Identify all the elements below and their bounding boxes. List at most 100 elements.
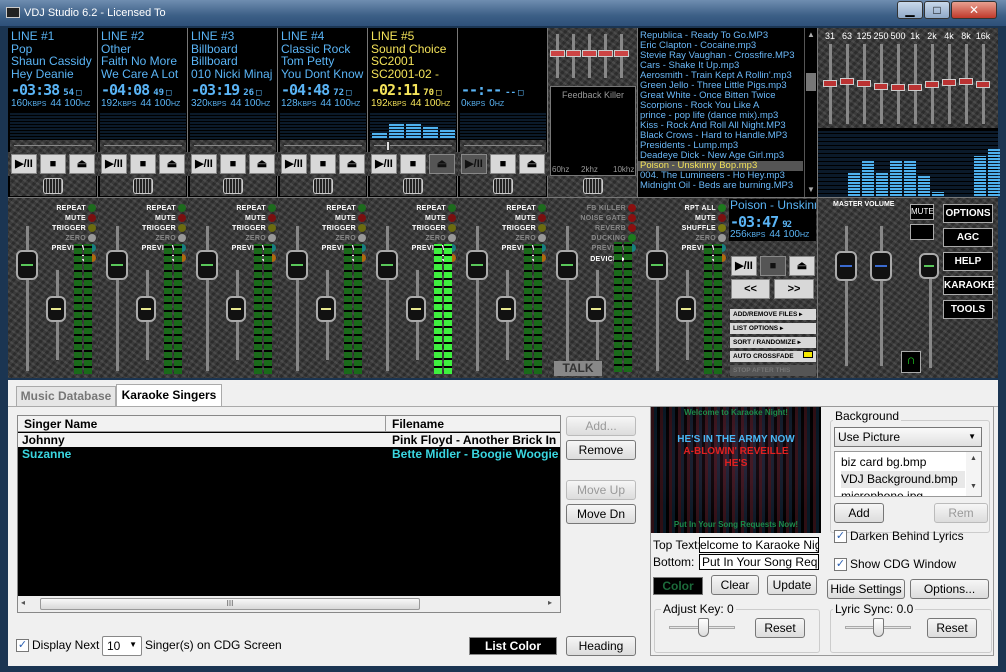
eject-button[interactable]: ⏏: [519, 154, 545, 174]
playlist-item[interactable]: 004. The Lumineers - Ho Hey.mp3: [638, 171, 803, 181]
indicator-led[interactable]: [268, 204, 276, 212]
indicator-led[interactable]: [718, 224, 726, 232]
indicator-label[interactable]: REPEAT: [236, 205, 266, 212]
playlist-item[interactable]: Stevie Ray Vaughan - Crossfire.MP3: [638, 51, 803, 61]
indicator-led[interactable]: [448, 224, 456, 232]
maximize-button[interactable]: □: [924, 1, 950, 19]
stop-button[interactable]: ■: [130, 154, 156, 174]
eq-slider[interactable]: [874, 83, 888, 90]
balance-knob[interactable]: [43, 178, 63, 194]
volume-fader[interactable]: [16, 250, 38, 280]
stop-button[interactable]: ■: [310, 154, 336, 174]
table-row[interactable]: Johnny Pink Floyd - Another Brick In: [18, 433, 560, 447]
eq-slider[interactable]: [925, 81, 939, 88]
play-pause-button[interactable]: ▶/II: [191, 154, 217, 174]
deck-balance[interactable]: [370, 176, 456, 196]
stop-after-this-button[interactable]: STOP AFTER THIS: [730, 365, 816, 376]
balance-knob[interactable]: [223, 178, 243, 194]
indicator-label[interactable]: ZERO: [515, 235, 536, 242]
eject-button[interactable]: ⏏: [429, 154, 455, 174]
stop-button[interactable]: ■: [400, 154, 426, 174]
eq-slider[interactable]: [857, 80, 871, 87]
eq-slider[interactable]: [959, 78, 973, 85]
top-text-input[interactable]: elcome to Karaoke Night!: [699, 537, 819, 553]
playlist-item[interactable]: Aerosmith - Train Kept A Rollin'.mp3: [638, 71, 803, 81]
indicator-led[interactable]: [628, 234, 636, 242]
playlist[interactable]: Republica - Ready To Go.MP3 Eric Clapton …: [638, 28, 818, 197]
stop-button[interactable]: ■: [220, 154, 246, 174]
indicator-led[interactable]: [538, 224, 546, 232]
indicator-label[interactable]: REPEAT: [326, 205, 356, 212]
indicator-led[interactable]: [358, 214, 366, 222]
sync-slider-thumb[interactable]: [873, 618, 884, 637]
indicator-label[interactable]: FB KILLER: [587, 205, 626, 212]
indicator-led[interactable]: [448, 234, 456, 242]
volume-fader[interactable]: [106, 250, 128, 280]
clear-button[interactable]: Clear: [711, 575, 759, 595]
vertical-scrollbar[interactable]: ▲ ▼: [966, 452, 981, 496]
indicator-label[interactable]: MUTE: [695, 215, 716, 222]
indicator-label[interactable]: MUTE: [425, 215, 446, 222]
fx-eq-knob[interactable]: [550, 50, 565, 57]
mono-stereo-toggle[interactable]: [910, 224, 934, 240]
eq-slider[interactable]: [891, 84, 905, 91]
deck-balance[interactable]: [280, 176, 366, 196]
seek-thumb[interactable]: [386, 141, 390, 151]
deck-seek-slider[interactable]: [10, 140, 96, 152]
playlist-item[interactable]: prince - pop life (dance mix).mp3: [638, 111, 803, 121]
eq-slider[interactable]: [908, 84, 922, 91]
indicator-led[interactable]: [178, 234, 186, 242]
eq-slider[interactable]: [976, 81, 990, 88]
options-button[interactable]: Options...: [910, 579, 989, 599]
background-file-list[interactable]: biz card bg.bmp VDJ Background.bmp micro…: [834, 451, 982, 497]
indicator-label[interactable]: TRIGGER: [502, 225, 536, 232]
indicator-label[interactable]: REPEAT: [416, 205, 446, 212]
heading-button[interactable]: Heading: [566, 636, 636, 656]
master-options-button[interactable]: OPTIONS: [943, 204, 993, 223]
key-reset-button[interactable]: Reset: [755, 618, 805, 638]
indicator-led[interactable]: [448, 214, 456, 222]
pitch-fader[interactable]: [676, 296, 696, 322]
master-tools-button[interactable]: TOOLS: [943, 300, 993, 319]
scroll-up-icon[interactable]: ▲: [807, 30, 815, 39]
indicator-label[interactable]: MUTE: [335, 215, 356, 222]
darken-checkbox[interactable]: ✓: [834, 530, 847, 543]
master-fader[interactable]: [870, 251, 892, 281]
show-cdg-checkbox[interactable]: ✓: [834, 558, 847, 571]
indicator-label[interactable]: ZERO: [425, 235, 446, 242]
indicator-led[interactable]: [178, 204, 186, 212]
indicator-led[interactable]: [88, 224, 96, 232]
master-help-button[interactable]: HELP: [943, 252, 993, 271]
balance-knob[interactable]: [493, 178, 513, 194]
playlist-item[interactable]: Midnight Oil - Beds are burning.MP3: [638, 181, 803, 191]
playlist-item[interactable]: Kiss - Rock And Roll All Night.MP3: [638, 121, 803, 131]
master-mute-button[interactable]: MUTE: [910, 204, 934, 220]
play-pause-button[interactable]: ▶/II: [101, 154, 127, 174]
remove-singer-button[interactable]: Remove: [566, 440, 636, 460]
pitch-fader[interactable]: [496, 296, 516, 322]
indicator-led[interactable]: [448, 204, 456, 212]
tab-karaoke-singers[interactable]: Karaoke Singers: [116, 384, 222, 407]
indicator-label[interactable]: NOISE GATE: [580, 215, 626, 222]
playlist-menu-2[interactable]: SORT / RANDOMIZE ▸: [730, 337, 816, 348]
move-up-button[interactable]: Move Up: [566, 480, 636, 500]
singers-list[interactable]: Singer Name Filename Johnny Pink Floyd -…: [17, 415, 561, 613]
eject-button[interactable]: ⏏: [69, 154, 95, 174]
playlist-menu-1[interactable]: LIST OPTIONS ▸: [730, 323, 816, 334]
indicator-label[interactable]: ZERO: [245, 235, 266, 242]
indicator-led[interactable]: [88, 214, 96, 222]
pitch-fader[interactable]: [226, 296, 246, 322]
talk-button[interactable]: TALK: [554, 361, 602, 376]
volume-fader[interactable]: [376, 250, 398, 280]
indicator-label[interactable]: REPEAT: [506, 205, 536, 212]
master-fader[interactable]: [835, 251, 857, 281]
indicator-led[interactable]: [178, 214, 186, 222]
play-pause-button[interactable]: ▶/II: [461, 154, 487, 174]
move-down-button[interactable]: Move Dn: [566, 504, 636, 524]
indicator-label[interactable]: ZERO: [335, 235, 356, 242]
volume-fader[interactable]: [466, 250, 488, 280]
deck-balance[interactable]: [100, 176, 186, 196]
playlist-item[interactable]: Black Crows - Hard to Handle.MP3: [638, 131, 803, 141]
indicator-led[interactable]: [718, 204, 726, 212]
pitch-fader[interactable]: [136, 296, 156, 322]
